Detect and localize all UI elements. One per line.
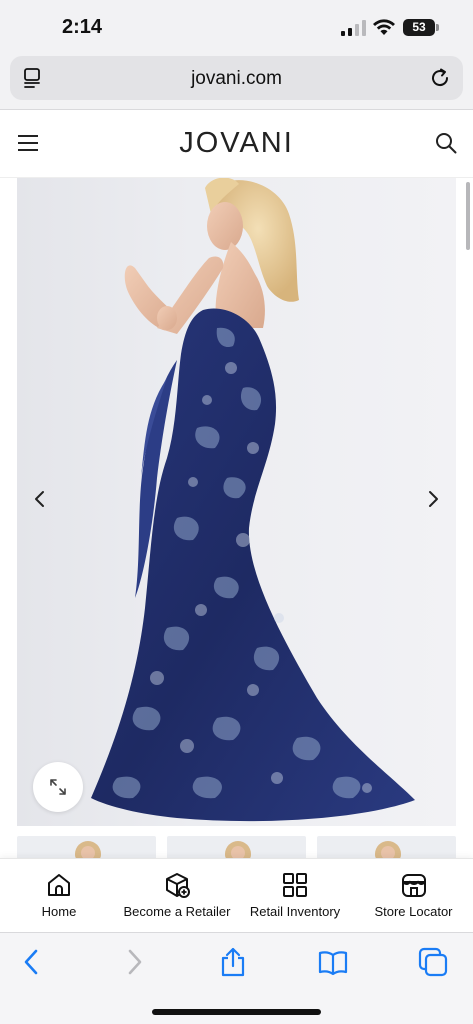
thumbnail-3[interactable] (317, 836, 456, 858)
share-icon[interactable] (218, 947, 248, 977)
cellular-signal-icon (341, 20, 366, 36)
thumbnail-1[interactable] (17, 836, 156, 858)
nav-retail-inventory-label: Retail Inventory (249, 904, 341, 919)
status-bar: 2:14 53 (0, 0, 473, 54)
nav-home-label: Home (41, 904, 77, 919)
status-time: 2:14 (62, 16, 103, 38)
box-plus-icon (166, 873, 190, 898)
brand-logo[interactable]: JOVANI (0, 127, 473, 160)
expand-image-button[interactable] (33, 762, 83, 812)
page-scrollbar[interactable] (466, 182, 470, 250)
product-image-gallery[interactable] (17, 178, 456, 826)
battery-indicator: 53 (403, 19, 435, 36)
browser-address-area: jovani.com (0, 54, 473, 110)
thumbnail-face (81, 846, 95, 858)
wifi-icon (373, 19, 395, 35)
expand-icon (50, 779, 66, 795)
nav-store-locator-label: Store Locator (374, 904, 453, 919)
thumbnail-strip (0, 836, 473, 858)
home-indicator[interactable] (152, 1009, 321, 1015)
tabs-icon[interactable] (418, 947, 448, 977)
nav-become-retailer-label: Become a Retailer (123, 904, 231, 919)
product-photo (91, 178, 415, 822)
nav-store-locator[interactable]: Store Locator (354, 859, 473, 933)
storefront-icon (402, 874, 426, 897)
battery-tip (436, 24, 439, 31)
app-bottom-nav: Home Become a Retailer Retail Inventory … (0, 858, 473, 932)
home-icon (48, 874, 70, 896)
url-text[interactable]: jovani.com (10, 68, 463, 90)
forward-icon[interactable] (119, 947, 149, 977)
back-icon[interactable] (17, 947, 47, 977)
previous-image-chevron-left-icon[interactable] (32, 490, 48, 508)
thumbnail-face (381, 846, 395, 858)
bookmarks-icon[interactable] (318, 947, 348, 977)
next-image-chevron-right-icon[interactable] (425, 490, 441, 508)
nav-retail-inventory[interactable]: Retail Inventory (236, 859, 354, 933)
thumbnail-face (231, 846, 245, 858)
address-bar[interactable]: jovani.com (10, 56, 463, 100)
thumbnail-2[interactable] (167, 836, 306, 858)
site-header: JOVANI (0, 110, 473, 178)
nav-home[interactable]: Home (0, 859, 118, 933)
search-icon[interactable] (435, 132, 457, 154)
reload-icon[interactable] (428, 66, 452, 90)
nav-become-retailer[interactable]: Become a Retailer (118, 859, 236, 933)
grid-icon (283, 873, 307, 897)
